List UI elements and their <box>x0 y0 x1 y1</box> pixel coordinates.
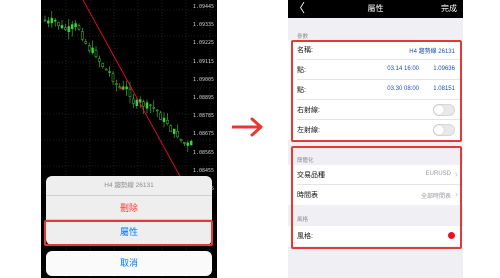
params-highlight-box <box>291 40 462 142</box>
price-axis-label: 1.08675 <box>192 131 214 138</box>
candle-body <box>172 128 176 134</box>
candle-body <box>67 26 71 32</box>
candle-body <box>94 49 98 57</box>
candle-body <box>183 142 186 144</box>
candle-body <box>53 19 57 22</box>
candle-body <box>152 107 156 109</box>
done-button[interactable]: 完成 <box>441 3 457 14</box>
candle-body <box>64 27 67 30</box>
price-axis-label: 1.08895 <box>192 95 214 101</box>
price-axis-label: 1.09115 <box>192 58 214 65</box>
visibility-style-highlight-box <box>291 146 462 249</box>
candle-body <box>162 117 166 122</box>
candle-body <box>98 58 101 62</box>
candle-body <box>159 112 162 120</box>
price-axis-label: 1.08455 <box>192 167 214 174</box>
candle-body <box>189 140 193 146</box>
candle-body <box>87 45 91 51</box>
candle-body <box>145 102 149 109</box>
candle-body <box>128 88 132 97</box>
candle-body <box>121 86 125 90</box>
candle-body <box>77 25 81 30</box>
section-header-params: 參數 <box>297 34 309 40</box>
candle-body <box>70 24 74 29</box>
candle-body <box>179 138 183 141</box>
candle-body <box>155 109 159 112</box>
candle-body <box>47 20 50 24</box>
delete-button[interactable]: 刪除 <box>46 196 212 220</box>
candle-body <box>50 17 54 24</box>
candle-body <box>101 63 105 68</box>
candle-body <box>108 71 111 73</box>
navigation-bar: 〈 屬性 完成 <box>288 0 463 18</box>
candle-body <box>91 47 94 53</box>
candle-body <box>43 19 47 22</box>
candle-body <box>57 22 60 26</box>
cancel-button[interactable]: 取消 <box>46 251 212 276</box>
candle-body <box>169 125 173 132</box>
candle-body <box>149 104 152 107</box>
right-arrow-icon <box>232 117 263 137</box>
trendline[interactable] <box>82 0 182 179</box>
candle-body <box>104 68 108 71</box>
candle-body <box>81 31 84 40</box>
candle-body <box>186 142 190 146</box>
trendline-handle[interactable] <box>119 86 123 90</box>
candle-body <box>60 25 64 29</box>
candle-body <box>142 101 145 107</box>
candle-body <box>74 23 77 27</box>
candle-body <box>166 119 169 124</box>
price-axis-label: 1.09335 <box>192 22 214 29</box>
candle-body <box>111 73 115 82</box>
price-axis-label: 1.09225 <box>192 40 214 47</box>
price-axis-label: 1.08565 <box>192 149 214 156</box>
candle-body <box>115 83 118 85</box>
candle-body <box>132 98 135 104</box>
price-axis-label: 1.09005 <box>192 76 214 83</box>
candle-body <box>84 41 88 44</box>
candle-body <box>125 86 128 90</box>
page-title: 屬性 <box>367 4 384 13</box>
properties-highlight-box <box>44 220 213 246</box>
price-axis-label: 1.09445 <box>192 4 214 10</box>
candle-body <box>176 130 179 138</box>
candle-body <box>135 99 139 106</box>
price-axis-label: 1.08785 <box>192 113 214 120</box>
action-sheet-title: H4 趨勢線 26131 <box>46 176 212 196</box>
